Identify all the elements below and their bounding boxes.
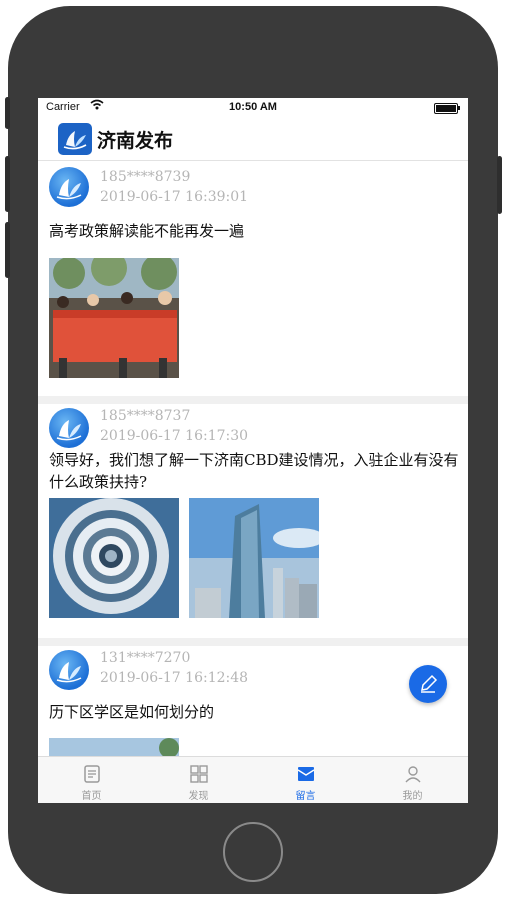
list-item[interactable]: 185****8739 2019-06-17 16:39:01 高考政策解读能不… <box>38 160 468 396</box>
tab-profile[interactable]: 我的 <box>359 757 466 803</box>
post-phone: 131****7270 <box>100 650 191 666</box>
post-phone: 185****8737 <box>100 408 191 424</box>
home-doc-icon <box>84 765 100 783</box>
home-button[interactable] <box>223 822 283 882</box>
grid-icon <box>190 765 208 783</box>
tab-label: 留言 <box>295 791 316 802</box>
tab-label: 我的 <box>402 791 423 802</box>
screen: Carrier 10:50 AM 济南发布 185****8739 2019-0… <box>38 98 468 803</box>
post-text: 领导好，我们想了解一下济南CBD建设情况，入驻企业有没有什么政策扶持? <box>49 451 459 491</box>
avatar <box>49 650 89 690</box>
post-image[interactable] <box>49 258 179 378</box>
post-phone: 185****8739 <box>100 169 191 185</box>
post-time: 2019-06-17 16:17:30 <box>100 428 249 444</box>
post-time: 2019-06-17 16:39:01 <box>100 189 249 205</box>
list-item[interactable]: 185****8737 2019-06-17 16:17:30 领导好，我们想了… <box>38 404 468 638</box>
post-divider <box>38 396 468 404</box>
tab-label: 首页 <box>81 791 102 802</box>
compose-button[interactable] <box>409 665 447 703</box>
post-divider <box>38 638 468 646</box>
avatar <box>49 408 89 448</box>
tab-messages[interactable]: 留言 <box>252 757 359 803</box>
mail-icon <box>297 767 315 781</box>
list-item[interactable]: 131****7270 2019-06-17 16:12:48 历下区学区是如何… <box>38 646 468 756</box>
status-time: 10:50 AM <box>229 101 277 113</box>
post-image[interactable] <box>189 498 319 618</box>
mute-switch <box>5 97 10 129</box>
tab-bar: 首页 发现 留言 我的 <box>38 756 468 803</box>
post-image[interactable] <box>49 738 179 756</box>
person-icon <box>405 766 421 783</box>
post-image[interactable] <box>49 498 179 618</box>
tab-label: 发现 <box>188 791 209 802</box>
power-button <box>497 156 502 214</box>
tab-home[interactable]: 首页 <box>38 757 145 803</box>
pencil-icon <box>421 674 438 693</box>
battery-icon <box>434 103 460 114</box>
volume-down-button <box>5 222 10 278</box>
status-bar: Carrier 10:50 AM <box>38 98 468 118</box>
nav-bar: 济南发布 <box>38 118 468 161</box>
app-logo-icon <box>58 123 92 155</box>
post-text: 历下区学区是如何划分的 <box>49 703 215 721</box>
post-text: 高考政策解读能不能再发一遍 <box>49 222 245 240</box>
avatar <box>49 167 89 207</box>
tab-discover[interactable]: 发现 <box>145 757 252 803</box>
volume-up-button <box>5 156 10 212</box>
post-time: 2019-06-17 16:12:48 <box>100 670 249 686</box>
app-title: 济南发布 <box>97 130 174 152</box>
